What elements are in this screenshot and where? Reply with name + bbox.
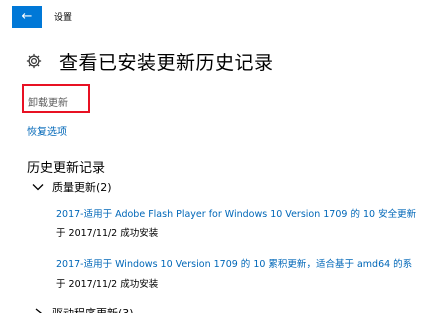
back-button[interactable]: ←: [12, 6, 42, 28]
quality-updates-toggle[interactable]: 质量更新(2): [32, 179, 112, 195]
driver-updates-toggle[interactable]: 驱动程序更新(3): [32, 305, 134, 313]
update-link[interactable]: 2017-适用于 Adobe Flash Player for Windows …: [56, 206, 416, 220]
title-bar: ← 设置: [0, 0, 426, 34]
page-header: 查看已安装更新历史记录: [25, 47, 274, 75]
update-link[interactable]: 2017-适用于 Windows 10 Version 1709 的 10 累积…: [56, 256, 412, 270]
page-title: 查看已安装更新历史记录: [59, 51, 274, 74]
chevron-right-icon: [35, 308, 43, 313]
history-section-title: 历史更新记录: [27, 161, 106, 176]
gear-icon: [25, 52, 43, 70]
window-title: 设置: [54, 13, 73, 23]
update-status: 于 2017/11/2 成功安装: [56, 279, 159, 290]
driver-updates-label: 驱动程序更新(3): [52, 305, 134, 313]
update-status: 于 2017/11/2 成功安装: [56, 228, 159, 239]
uninstall-updates-link[interactable]: 卸载更新: [28, 94, 68, 109]
quality-updates-label: 质量更新(2): [52, 181, 112, 194]
highlight-box: 卸载更新: [22, 84, 90, 113]
recovery-options-link[interactable]: 恢复选项: [27, 123, 67, 138]
back-arrow-icon: ←: [21, 9, 33, 24]
chevron-down-icon: [32, 184, 44, 191]
